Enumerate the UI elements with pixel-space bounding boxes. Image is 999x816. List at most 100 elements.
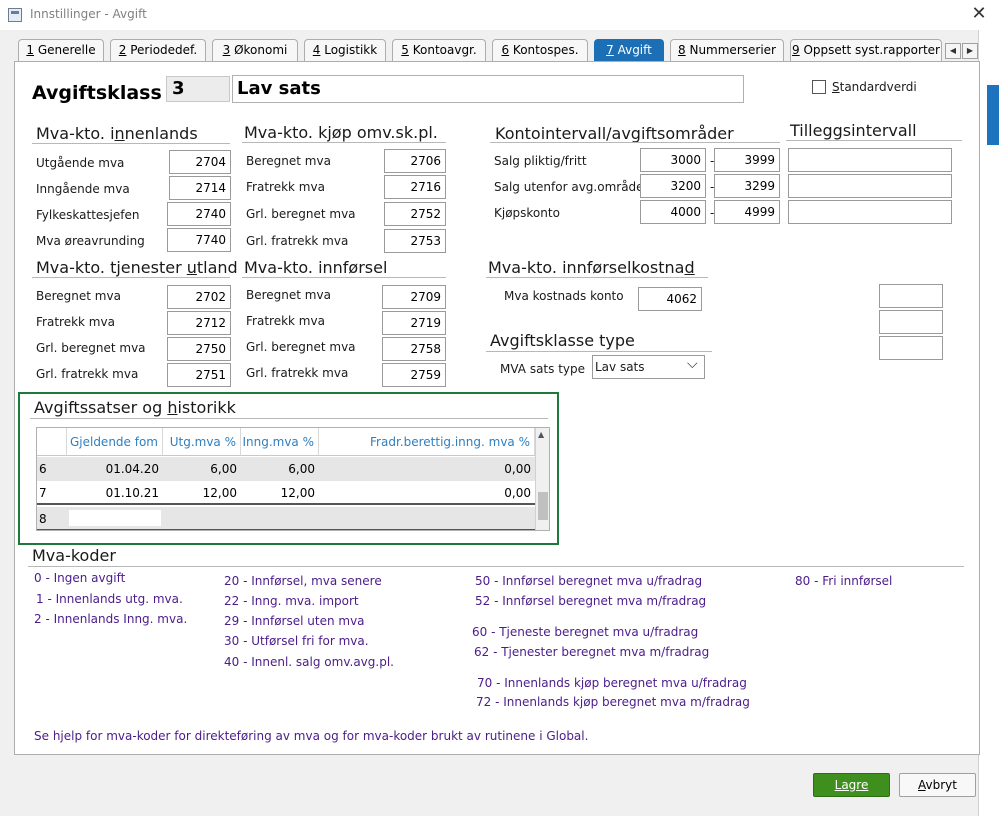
kjop-field[interactable]: 2706 [384,149,446,173]
extra-field[interactable] [879,284,943,308]
innforsel-field[interactable]: 2709 [382,285,446,309]
innenlands-field[interactable]: 2714 [169,176,231,200]
kjop-title: Mva-kto. kjøp omv.sk.pl. [244,123,438,142]
tillegg-field[interactable] [788,200,952,224]
cell-fom[interactable]: 01.04.20 [67,457,163,481]
kjop-label: Fratrekk mva [246,180,325,194]
cell-utg[interactable]: 6,00 [163,457,241,481]
innenlands-field[interactable]: 7740 [167,228,231,252]
table-row[interactable]: 7 01.10.21 12,00 12,00 0,00 [37,481,535,505]
title-part: istorikk [177,398,236,417]
cancel-button[interactable]: Avbryt [899,773,976,797]
tab-key: 1 [26,43,35,57]
row-number: 6 [39,462,47,476]
cell-fom[interactable]: 01.10.21 [67,481,163,505]
tab-okonomi[interactable]: 3 Økonomi [212,39,298,61]
tjenester-field[interactable]: 2702 [167,285,231,309]
tab-nummerserier[interactable]: 8 Nummerserier [670,39,784,61]
title-hotkey: h [167,398,178,417]
divider [786,140,962,141]
tab-key: 9 [792,43,800,57]
tab-avgift[interactable]: 7 Avgift [594,39,664,61]
cell-fradr[interactable]: 0,00 [319,457,535,481]
standardverdi-label: Standardverdi [832,80,917,94]
innenlands-label: Inngående mva [36,182,130,196]
mva-code: 40 - Innenl. salg omv.avg.pl. [224,655,394,669]
scrollbar-thumb[interactable] [538,492,548,520]
title-part: Mva-kto. innførselkostna [488,258,685,277]
tjenester-field[interactable]: 2712 [167,311,231,335]
kostnad-field[interactable]: 4062 [638,287,702,311]
table-row[interactable]: 6 01.04.20 6,00 6,00 0,00 [37,457,535,481]
tjenester-field[interactable]: 2750 [167,337,231,361]
extra-field[interactable] [879,310,943,334]
tab-oppsett-syst-rapporter[interactable]: 9 Oppsett syst.rapporter [790,39,942,61]
kjop-label: Grl. beregnet mva [246,207,356,221]
tab-key: 7 [606,43,614,57]
kontointervall-from-field[interactable]: 4000 [640,200,706,224]
app-window-icon [8,8,22,22]
innforsel-field[interactable]: 2758 [382,337,446,361]
cancel-label-hotkey: A [918,778,926,792]
tjenester-label: Grl. beregnet mva [36,341,146,355]
kontointervall-to-field[interactable]: 3999 [714,148,780,172]
cell-inng[interactable]: 12,00 [241,481,319,505]
title-hotkey: d [684,258,695,277]
column-header-gjeldende-fom[interactable]: Gjeldende fom [67,428,163,456]
kontointervall-to-field[interactable]: 4999 [714,200,780,224]
innenlands-field[interactable]: 2704 [169,150,231,174]
kontointervall-from-field[interactable]: 3200 [640,174,706,198]
title-part: Mva-kto. i [36,124,115,143]
innenlands-field[interactable]: 2740 [167,202,231,226]
table-row-new[interactable]: 8 [37,507,535,530]
cell-utg[interactable]: 12,00 [163,481,241,505]
scroll-up-icon[interactable]: ▲ [538,430,544,439]
kjop-field[interactable]: 2716 [384,175,446,199]
tillegg-field[interactable] [788,174,952,198]
tjenester-label: Beregnet mva [36,289,121,303]
tab-kontoavgr[interactable]: 5 Kontoavgr. [392,39,486,61]
title-part: øp omv.sk.pl. [331,123,438,142]
cell-inng[interactable]: 6,00 [241,457,319,481]
tab-kontospes[interactable]: 6 Kontospes. [492,39,588,61]
mva-sats-type-select[interactable]: Lav sats ⌵ [592,355,705,379]
mvakoder-help-note: Se hjelp for mva-koder for direkteføring… [34,729,589,743]
tab-scroll-left-icon[interactable]: ◀ [945,43,961,59]
tab-logistikk[interactable]: 4 Logistikk [304,39,386,61]
innforsel-field[interactable]: 2719 [382,311,446,335]
kjop-field[interactable]: 2752 [384,202,446,226]
kjop-field[interactable]: 2753 [384,229,446,253]
save-button[interactable]: Lagre [813,773,890,797]
mva-code: 60 - Tjeneste beregnet mva u/fradrag [472,625,699,639]
extra-field[interactable] [879,336,943,360]
close-icon[interactable]: ✕ [968,2,990,26]
kontointervall-from-field[interactable]: 3000 [640,148,706,172]
cell-fom-editor[interactable] [69,510,161,526]
innforsel-label: Fratrekk mva [246,314,325,328]
avgiftsklass-name-input[interactable]: Lav sats [232,75,744,103]
standardverdi-checkbox[interactable] [812,80,826,94]
tab-generelle[interactable]: 1 Generelle [18,39,104,61]
cell-fradr[interactable]: 0,00 [319,481,535,505]
tillegg-field[interactable] [788,148,952,172]
table-scrollbar[interactable]: ▲ [535,428,549,530]
tab-label: Avgift [613,43,652,57]
kontointervall-to-field[interactable]: 3299 [714,174,780,198]
tjenester-field[interactable]: 2751 [167,363,231,387]
column-header-fradr-berettig[interactable]: Fradr.berettig.inng. mva % [319,428,535,456]
tjenester-label: Grl. fratrekk mva [36,367,139,381]
column-header-inng-mva[interactable]: Inng.mva % [241,428,319,456]
title-hotkey: u [186,258,197,277]
kontointervall-label: Kjøpskonto [494,206,560,220]
innenlands-label: Fylkeskattesjefen [36,208,140,222]
cancel-label-part: vbryt [925,778,957,792]
kjop-label: Beregnet mva [246,154,331,168]
klassetype-label: MVA sats type [500,362,586,376]
innforsel-field[interactable]: 2759 [382,363,446,387]
tab-scroll-right-icon[interactable]: ▶ [962,43,978,59]
tillegg-title: Tilleggsintervall [790,121,917,140]
tab-periodedef[interactable]: 2 Periodedef. [110,39,206,61]
column-header-utg-mva[interactable]: Utg.mva % [163,428,241,456]
background-window [978,30,999,816]
title-part: tland [196,258,238,277]
